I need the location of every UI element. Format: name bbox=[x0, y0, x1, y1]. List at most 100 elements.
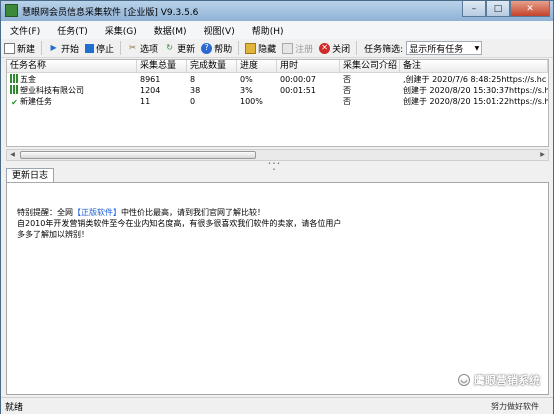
stop-icon bbox=[85, 43, 95, 53]
task-name-cell: ✔ 新建任务 bbox=[7, 96, 137, 107]
total-cell: 8961 bbox=[140, 75, 161, 84]
table-row[interactable]: 塑业科技有限公司 1204 38 3% 00:01:51 否 创建于 2020/… bbox=[7, 85, 548, 96]
note-cell: 创建于 2020/8/20 15:01:22https://s.hc bbox=[403, 97, 548, 106]
app-icon bbox=[5, 4, 18, 17]
table-row[interactable]: ✔ 新建任务 11 0 100% 否 创建于 2020/8/20 15:01:22… bbox=[7, 96, 548, 107]
tab-update-log[interactable]: 更新日志 bbox=[6, 168, 55, 182]
title-bar[interactable]: 慧眼网会员信息采集软件 [企业版] V9.3.5.6 – □ ✕ bbox=[1, 1, 553, 21]
time-cell bbox=[277, 96, 340, 107]
status-slogan: 努力做好软件 bbox=[491, 402, 539, 411]
task-table: 任务名称 采集总量 完成数量 进度 用时 采集公司介绍 备注 五金 8961 8… bbox=[6, 59, 549, 147]
horizontal-scrollbar[interactable]: ◀ ▶ bbox=[6, 149, 549, 161]
refresh-label: 更新 bbox=[177, 44, 196, 55]
done-cell: 0 bbox=[190, 97, 196, 106]
hide-button[interactable]: 隐藏 bbox=[242, 42, 279, 55]
dropdown-arrow-icon: ▼ bbox=[474, 44, 480, 52]
column-header-time[interactable]: 用时 bbox=[277, 60, 340, 73]
close-button[interactable]: ✕ 关闭 bbox=[316, 42, 353, 55]
time-cell: 00:00:07 bbox=[280, 75, 316, 84]
progress-cell: 0% bbox=[240, 75, 253, 84]
scroll-right-icon[interactable]: ▶ bbox=[537, 150, 548, 160]
register-button[interactable]: 注册 bbox=[279, 42, 316, 55]
toolbar-separator bbox=[238, 41, 240, 55]
column-header-company-intro[interactable]: 采集公司介绍 bbox=[340, 60, 400, 73]
stop-button[interactable]: 停止 bbox=[82, 42, 117, 55]
menu-file[interactable]: 文件(F) bbox=[1, 24, 48, 37]
company-intro-cell: 否 bbox=[343, 75, 351, 84]
company-intro-cell: 否 bbox=[343, 97, 351, 106]
new-task-button[interactable]: 新建 bbox=[1, 42, 38, 55]
main-window: 慧眼网会员信息采集软件 [企业版] V9.3.5.6 – □ ✕ 文件(F) 任… bbox=[0, 0, 554, 414]
minimize-button[interactable]: – bbox=[462, 1, 486, 17]
note-cell: 创建于 2020/8/20 15:30:37https://s.hc bbox=[403, 86, 548, 95]
help-button[interactable]: ? 帮助 bbox=[198, 42, 235, 55]
task-name: 新建任务 bbox=[20, 97, 52, 106]
column-header-task-name[interactable]: 任务名称 bbox=[7, 60, 137, 73]
new-document-icon bbox=[4, 42, 15, 54]
progress-cell: 3% bbox=[240, 86, 253, 95]
time-cell: 00:01:51 bbox=[280, 86, 316, 95]
status-text: 就绪 bbox=[5, 403, 24, 413]
column-header-done[interactable]: 完成数量 bbox=[187, 60, 237, 73]
column-header-progress[interactable]: 进度 bbox=[237, 60, 277, 73]
log-content: 特别提醒：全网【正版软件】中性价比最高，请到我们官网了解比较！ 自2010年开发… bbox=[17, 207, 341, 240]
task-name-cell: 塑业科技有限公司 bbox=[7, 85, 137, 96]
task-filter-select[interactable]: 显示所有任务 ▼ bbox=[406, 41, 483, 55]
refresh-button[interactable]: ↻ 更新 bbox=[161, 42, 198, 55]
column-header-note[interactable]: 备注 bbox=[400, 60, 548, 73]
column-header-total[interactable]: 采集总量 bbox=[137, 60, 187, 73]
status-bar: 就绪 努力做好软件 bbox=[1, 397, 553, 414]
menu-task[interactable]: 任务(T) bbox=[48, 24, 96, 37]
menu-bar: 文件(F) 任务(T) 采集(G) 数据(M) 视图(V) 帮助(H) bbox=[1, 21, 553, 39]
options-button[interactable]: ✂ 选项 bbox=[124, 42, 161, 55]
play-icon: ▶ bbox=[50, 43, 57, 52]
task-filter-label: 任务筛选: bbox=[364, 44, 404, 55]
log-tabs: 更新日志 bbox=[6, 168, 55, 182]
task-name-cell: 五金 bbox=[7, 74, 137, 85]
window-title: 慧眼网会员信息采集软件 [企业版] V9.3.5.6 bbox=[22, 8, 199, 18]
scrollbar-thumb[interactable] bbox=[20, 151, 256, 159]
close-label: 关闭 bbox=[332, 44, 351, 55]
menu-help[interactable]: 帮助(H) bbox=[243, 24, 292, 37]
task-running-icon bbox=[10, 85, 19, 94]
hide-label: 隐藏 bbox=[258, 44, 277, 55]
watermark: ◡ 鹰眼营销系统 bbox=[458, 372, 540, 388]
done-cell: 8 bbox=[190, 75, 196, 84]
pane-splitter-grip[interactable]: • • • • bbox=[267, 161, 281, 173]
update-log-pane: 特别提醒：全网【正版软件】中性价比最高，请到我们官网了解比较！ 自2010年开发… bbox=[6, 182, 549, 395]
table-row[interactable]: 五金 8961 8 0% 00:00:07 否 ,创建于 2020/7/6 8:… bbox=[7, 74, 548, 85]
toolbar-separator bbox=[120, 41, 122, 55]
total-cell: 11 bbox=[140, 97, 151, 106]
note-cell: ,创建于 2020/7/6 8:48:25https://s.hc bbox=[403, 75, 547, 84]
help-label: 帮助 bbox=[214, 44, 233, 55]
toolbar: 新建 ▶ 开始 停止 ✂ 选项 ↻ 更新 ? 帮助 隐藏 注册 ✕ 关闭 任务筛… bbox=[1, 39, 553, 58]
hide-icon bbox=[245, 42, 257, 54]
menu-collect[interactable]: 采集(G) bbox=[96, 24, 145, 37]
watermark-text: 鹰眼营销系统 bbox=[474, 374, 540, 387]
close-window-button[interactable]: ✕ bbox=[510, 1, 550, 17]
refresh-icon: ↻ bbox=[166, 43, 173, 52]
start-button[interactable]: ▶ 开始 bbox=[45, 42, 82, 55]
task-filter-value: 显示所有任务 bbox=[409, 44, 464, 55]
maximize-button[interactable]: □ bbox=[486, 1, 510, 17]
tools-icon: ✂ bbox=[129, 43, 136, 52]
log-line: 多多了解加以辨别！ bbox=[17, 230, 89, 239]
table-header: 任务名称 采集总量 完成数量 进度 用时 采集公司介绍 备注 bbox=[7, 60, 548, 73]
toolbar-separator bbox=[41, 41, 43, 55]
done-cell: 38 bbox=[190, 86, 201, 95]
menu-view[interactable]: 视图(V) bbox=[195, 24, 243, 37]
wechat-icon: ◡ bbox=[458, 374, 470, 386]
company-intro-cell: 否 bbox=[343, 86, 351, 95]
scroll-left-icon[interactable]: ◀ bbox=[7, 150, 18, 160]
menu-data[interactable]: 数据(M) bbox=[145, 24, 195, 37]
progress-cell: 100% bbox=[240, 97, 263, 106]
new-task-label: 新建 bbox=[17, 44, 36, 55]
register-icon bbox=[282, 42, 294, 54]
help-icon: ? bbox=[201, 42, 213, 54]
close-circle-icon: ✕ bbox=[319, 42, 331, 54]
log-line: 特别提醒：全网【正版软件】中性价比最高，请到我们官网了解比较！ bbox=[17, 207, 341, 218]
register-label: 注册 bbox=[295, 44, 314, 55]
total-cell: 1204 bbox=[140, 86, 161, 95]
task-name: 塑业科技有限公司 bbox=[20, 86, 84, 95]
start-label: 开始 bbox=[61, 44, 80, 55]
